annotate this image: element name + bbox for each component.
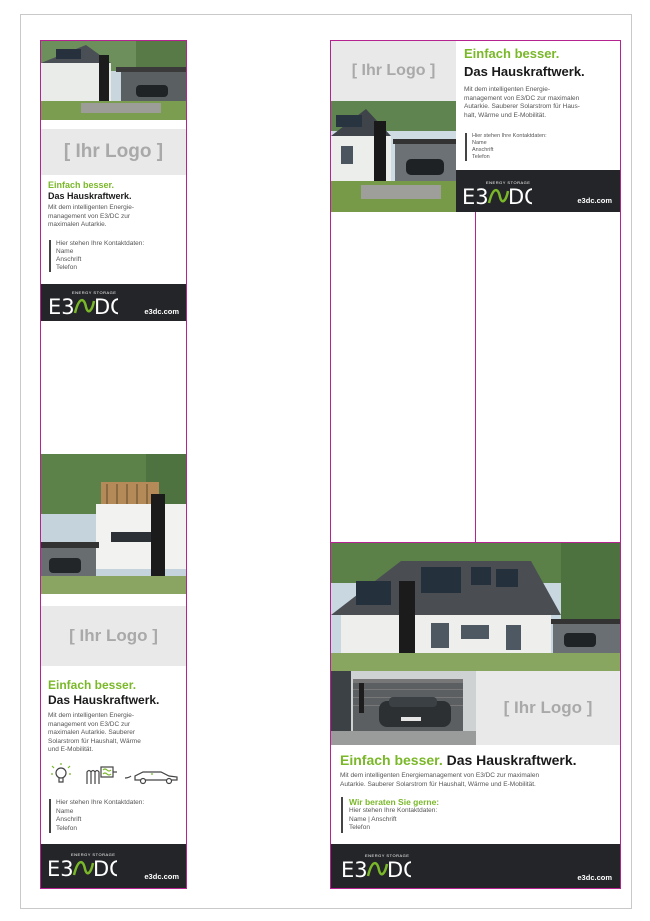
contact-block: Hier stehen Ihre Kontaktdaten: Name Ansc… [49, 799, 144, 833]
contact-line: Name [56, 248, 74, 255]
svg-text:E3: E3 [48, 295, 75, 317]
body-line: Mit dem intelligenten Energie- [48, 712, 134, 719]
body-line: und E-Mobilität. [48, 746, 94, 753]
advice-heading: Wir beraten Sie gerne: [349, 797, 440, 807]
body-line: maximalen Autarkie. [48, 221, 107, 228]
body-line: management von E3/DC zur [48, 720, 131, 728]
website-url: e3dc.com [577, 196, 612, 205]
body-text: Mit dem intelligenten Energiemanagement … [340, 772, 539, 789]
guide-line [186, 40, 187, 888]
house-photo [41, 454, 186, 594]
electric-car-icon [124, 771, 178, 785]
headline-dark: Das Hauskraftwerk. [48, 191, 132, 201]
svg-text:E3: E3 [341, 858, 368, 880]
footer-bar: E3 DC ENERGY STORAGE e3dc.com [456, 170, 620, 212]
svg-text:DC: DC [93, 857, 117, 879]
body-line: management von E3/DC zur [48, 212, 131, 220]
contact-line: Anschrift [472, 147, 494, 153]
e3dc-logo: E3 DC ENERGY STORAGE [341, 853, 411, 880]
contact-line: Hier stehen Ihre Kontaktdaten: [56, 240, 145, 247]
footer-bar: E3 DC ENERGY STORAGE e3dc.com [41, 844, 186, 888]
body-line: maximalen Autarkie. Sauberer [48, 729, 136, 736]
contact-block: Wir beraten Sie gerne: Hier stehen Ihre … [341, 797, 439, 833]
guide-line [620, 40, 621, 888]
svg-text:E3: E3 [462, 185, 489, 207]
house-photo [41, 41, 186, 120]
brand-tagline: ENERGY STORAGE [71, 852, 116, 857]
headline-dark: Das Hauskraftwerk. [464, 64, 585, 79]
logo-placeholder: [ Ihr Logo ] [41, 606, 186, 666]
contact-block: Hier stehen Ihre Kontaktdaten: Name Ansc… [465, 133, 547, 161]
feature-icons [49, 762, 181, 788]
svg-text:E3: E3 [47, 857, 74, 879]
contact-line: Telefon [56, 824, 77, 832]
brand-tagline: ENERGY STORAGE [365, 853, 410, 858]
body-text: Mit dem intelligenten Energie- managemen… [464, 86, 580, 120]
contact-line: Hier stehen Ihre Kontaktdaten: [349, 807, 438, 814]
svg-text:DC: DC [94, 295, 118, 317]
heat-pump-icon [86, 766, 117, 784]
headline-green: Einfach besser. [464, 46, 560, 61]
contact-line: Name | Anschrift [349, 815, 397, 823]
body-line: Mit dem intelligenten Energie- [464, 86, 550, 93]
contact-line: Telefon [349, 824, 370, 831]
body-text: Mit dem intelligenten Energie- managemen… [48, 712, 141, 755]
brand-tagline: ENERGY STORAGE [72, 290, 117, 295]
e3dc-logo: E3 DC ENERGY STORAGE [48, 290, 118, 317]
contact-line: Name [56, 807, 74, 815]
guide-line [40, 888, 187, 889]
ad-c: [ Ihr Logo ] Einfach besser. Das Hauskra… [41, 454, 186, 888]
guide-line [330, 888, 621, 889]
body-line: Mit dem intelligenten Energiemanagement … [340, 772, 540, 779]
headline: Einfach besser. Das Hauskraftwerk. [340, 752, 577, 768]
ad-b: [ Ihr Logo ] Einfach besser. Das Hauskra… [331, 41, 620, 212]
contact-line: Telefon [472, 154, 490, 160]
ad-d: [ Ihr Logo ] Einfach besser. Das Hauskra… [331, 543, 620, 888]
logo-placeholder: [ Ihr Logo ] [331, 41, 456, 101]
ad-a: [ Ihr Logo ] Einfach besser. Das Hauskra… [41, 41, 186, 301]
body-line: Autarkie. Sauberer Solarstrom für Hausha… [340, 780, 536, 788]
contact-line: Telefon [56, 264, 77, 271]
garage-photo [331, 671, 476, 745]
logo-placeholder: [ Ihr Logo ] [41, 129, 186, 175]
contact-line: Name [472, 140, 487, 146]
contact-line: Hier stehen Ihre Kontaktdaten: [56, 799, 145, 806]
house-photo [331, 543, 620, 671]
contact-block: Hier stehen Ihre Kontaktdaten: Name Ansc… [49, 240, 144, 272]
website-url: e3dc.com [144, 307, 179, 316]
website-url: e3dc.com [577, 873, 612, 882]
headline-green: Einfach besser. [340, 752, 443, 768]
headline-green: Einfach besser. [48, 180, 115, 190]
house-photo [331, 101, 456, 212]
body-line: Mit dem intelligenten Energie- [48, 204, 134, 211]
website-url: e3dc.com [144, 872, 179, 881]
body-line: management von E3/DC zur maximalen [464, 94, 580, 102]
e3dc-logo: E3 DC ENERGY STORAGE [462, 180, 532, 207]
headline-green: Einfach besser. [48, 678, 137, 692]
headline-dark: Das Hauskraftwerk. [48, 693, 160, 707]
contact-line: Hier stehen Ihre Kontaktdaten: [472, 133, 547, 139]
footer-bar: E3 DC ENERGY STORAGE e3dc.com [41, 284, 186, 321]
guide-line [475, 212, 476, 542]
footer-bar: E3 DC ENERGY STORAGE e3dc.com [331, 844, 620, 888]
light-bulb-icon [51, 763, 71, 783]
svg-text:DC: DC [387, 858, 411, 880]
brand-tagline: ENERGY STORAGE [486, 180, 531, 185]
e3dc-logo: E3 DC ENERGY STORAGE [47, 852, 117, 879]
body-text: Mit dem intelligenten Energie- managemen… [48, 204, 134, 230]
contact-line: Anschrift [56, 816, 82, 823]
logo-placeholder: [ Ihr Logo ] [476, 671, 620, 745]
body-line: halt, Wärme und E-Mobilität. [464, 111, 547, 119]
svg-text:DC: DC [508, 185, 532, 207]
body-line: Solarstrom für Haushalt, Wärme [48, 737, 141, 745]
body-line: Autarkie. Sauberer Solarstrom für Haus- [464, 103, 580, 110]
headline-dark: Das Hauskraftwerk. [446, 752, 577, 768]
contact-line: Anschrift [56, 256, 82, 263]
